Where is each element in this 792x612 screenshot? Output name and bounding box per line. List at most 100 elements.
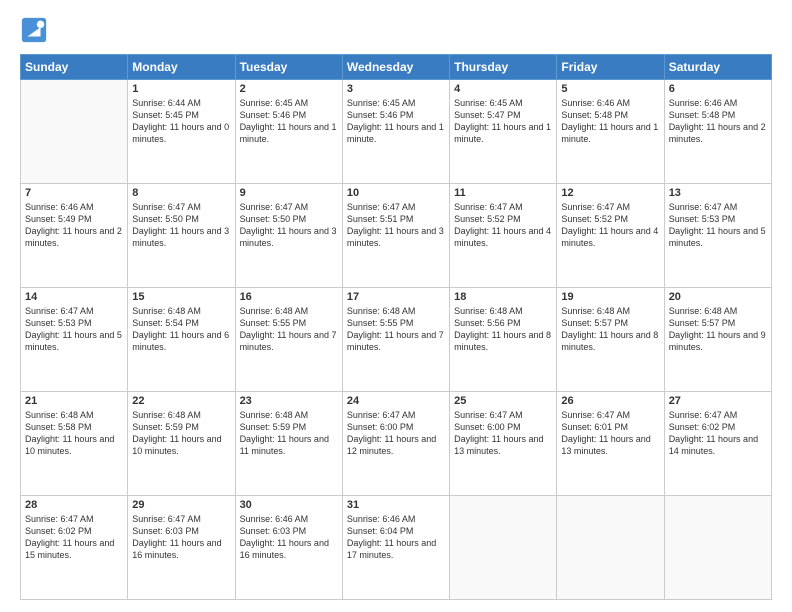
day-number: 20 — [669, 291, 767, 303]
day-number: 17 — [347, 291, 445, 303]
calendar-cell: 15 Sunrise: 6:48 AM Sunset: 5:54 PM Dayli… — [128, 288, 235, 392]
day-info: Sunrise: 6:47 AM Sunset: 5:50 PM Dayligh… — [240, 201, 338, 250]
logo — [20, 16, 50, 44]
day-info: Sunrise: 6:48 AM Sunset: 5:54 PM Dayligh… — [132, 305, 230, 354]
calendar-cell — [664, 496, 771, 600]
calendar-cell: 23 Sunrise: 6:48 AM Sunset: 5:59 PM Dayli… — [235, 392, 342, 496]
calendar-cell: 27Sunrise: 6:47 AM Sunset: 6:02 PM Dayli… — [664, 392, 771, 496]
calendar-header-row: SundayMondayTuesdayWednesdayThursdayFrid… — [21, 55, 772, 80]
day-number: 15 — [132, 291, 230, 303]
calendar-cell: 17Sunrise: 6:48 AM Sunset: 5:55 PM Dayli… — [342, 288, 449, 392]
calendar-cell: 16 Sunrise: 6:48 AM Sunset: 5:55 PM Dayli… — [235, 288, 342, 392]
calendar-cell: 31Sunrise: 6:46 AM Sunset: 6:04 PM Dayli… — [342, 496, 449, 600]
day-number: 5 — [561, 83, 659, 95]
day-number: 6 — [669, 83, 767, 95]
day-info: Sunrise: 6:46 AM Sunset: 6:03 PM Dayligh… — [240, 513, 338, 562]
calendar-cell — [450, 496, 557, 600]
calendar-cell: 29 Sunrise: 6:47 AM Sunset: 6:03 PM Dayli… — [128, 496, 235, 600]
page: SundayMondayTuesdayWednesdayThursdayFrid… — [0, 0, 792, 612]
calendar-table: SundayMondayTuesdayWednesdayThursdayFrid… — [20, 54, 772, 600]
day-number: 28 — [25, 499, 123, 511]
day-number: 3 — [347, 83, 445, 95]
day-number: 23 — [240, 395, 338, 407]
day-info: Sunrise: 6:48 AM Sunset: 5:59 PM Dayligh… — [240, 409, 338, 458]
weekday-header: Thursday — [450, 55, 557, 80]
calendar-cell: 2 Sunrise: 6:45 AM Sunset: 5:46 PM Daylig… — [235, 80, 342, 184]
day-number: 9 — [240, 187, 338, 199]
day-info: Sunrise: 6:47 AM Sunset: 5:51 PM Dayligh… — [347, 201, 445, 250]
day-number: 21 — [25, 395, 123, 407]
calendar-cell: 3 Sunrise: 6:45 AM Sunset: 5:46 PM Daylig… — [342, 80, 449, 184]
day-info: Sunrise: 6:45 AM Sunset: 5:46 PM Dayligh… — [347, 97, 445, 146]
calendar-cell: 4 Sunrise: 6:45 AM Sunset: 5:47 PM Daylig… — [450, 80, 557, 184]
day-number: 25 — [454, 395, 552, 407]
calendar-cell: 25 Sunrise: 6:47 AM Sunset: 6:00 PM Dayli… — [450, 392, 557, 496]
calendar-cell: 12Sunrise: 6:47 AM Sunset: 5:52 PM Dayli… — [557, 184, 664, 288]
header — [20, 16, 772, 44]
day-number: 11 — [454, 187, 552, 199]
day-info: Sunrise: 6:48 AM Sunset: 5:57 PM Dayligh… — [669, 305, 767, 354]
calendar-week-row: 21 Sunrise: 6:48 AM Sunset: 5:58 PM Dayli… — [21, 392, 772, 496]
calendar-cell: 11 Sunrise: 6:47 AM Sunset: 5:52 PM Dayli… — [450, 184, 557, 288]
day-number: 2 — [240, 83, 338, 95]
day-number: 18 — [454, 291, 552, 303]
calendar-cell: 7 Sunrise: 6:46 AM Sunset: 5:49 PM Daylig… — [21, 184, 128, 288]
day-number: 29 — [132, 499, 230, 511]
day-info: Sunrise: 6:46 AM Sunset: 5:49 PM Dayligh… — [25, 201, 123, 250]
day-number: 19 — [561, 291, 659, 303]
day-info: Sunrise: 6:48 AM Sunset: 5:55 PM Dayligh… — [240, 305, 338, 354]
calendar-week-row: 7 Sunrise: 6:46 AM Sunset: 5:49 PM Daylig… — [21, 184, 772, 288]
day-info: Sunrise: 6:48 AM Sunset: 5:59 PM Dayligh… — [132, 409, 230, 458]
weekday-header: Sunday — [21, 55, 128, 80]
day-info: Sunrise: 6:47 AM Sunset: 6:00 PM Dayligh… — [347, 409, 445, 458]
day-number: 13 — [669, 187, 767, 199]
weekday-header: Wednesday — [342, 55, 449, 80]
calendar-cell — [557, 496, 664, 600]
calendar-week-row: 28Sunrise: 6:47 AM Sunset: 6:02 PM Dayli… — [21, 496, 772, 600]
day-number: 8 — [132, 187, 230, 199]
day-info: Sunrise: 6:44 AM Sunset: 5:45 PM Dayligh… — [132, 97, 230, 146]
calendar-cell: 26 Sunrise: 6:47 AM Sunset: 6:01 PM Dayli… — [557, 392, 664, 496]
day-info: Sunrise: 6:47 AM Sunset: 6:03 PM Dayligh… — [132, 513, 230, 562]
day-info: Sunrise: 6:47 AM Sunset: 6:01 PM Dayligh… — [561, 409, 659, 458]
day-info: Sunrise: 6:47 AM Sunset: 6:00 PM Dayligh… — [454, 409, 552, 458]
calendar-week-row: 14 Sunrise: 6:47 AM Sunset: 5:53 PM Dayli… — [21, 288, 772, 392]
day-info: Sunrise: 6:48 AM Sunset: 5:58 PM Dayligh… — [25, 409, 123, 458]
calendar-cell: 9 Sunrise: 6:47 AM Sunset: 5:50 PM Daylig… — [235, 184, 342, 288]
weekday-header: Tuesday — [235, 55, 342, 80]
calendar-cell: 24Sunrise: 6:47 AM Sunset: 6:00 PM Dayli… — [342, 392, 449, 496]
day-number: 30 — [240, 499, 338, 511]
day-number: 14 — [25, 291, 123, 303]
day-number: 10 — [347, 187, 445, 199]
calendar-cell: 22 Sunrise: 6:48 AM Sunset: 5:59 PM Dayli… — [128, 392, 235, 496]
logo-icon — [20, 16, 48, 44]
calendar-cell: 13Sunrise: 6:47 AM Sunset: 5:53 PM Dayli… — [664, 184, 771, 288]
day-info: Sunrise: 6:47 AM Sunset: 5:53 PM Dayligh… — [25, 305, 123, 354]
calendar-cell: 18 Sunrise: 6:48 AM Sunset: 5:56 PM Dayli… — [450, 288, 557, 392]
calendar-cell: 10 Sunrise: 6:47 AM Sunset: 5:51 PM Dayli… — [342, 184, 449, 288]
calendar-cell: 6 Sunrise: 6:46 AM Sunset: 5:48 PM Daylig… — [664, 80, 771, 184]
day-number: 4 — [454, 83, 552, 95]
calendar-cell: 5 Sunrise: 6:46 AM Sunset: 5:48 PM Daylig… — [557, 80, 664, 184]
calendar-cell: 30 Sunrise: 6:46 AM Sunset: 6:03 PM Dayli… — [235, 496, 342, 600]
calendar-cell: 19 Sunrise: 6:48 AM Sunset: 5:57 PM Dayli… — [557, 288, 664, 392]
day-info: Sunrise: 6:46 AM Sunset: 5:48 PM Dayligh… — [561, 97, 659, 146]
day-info: Sunrise: 6:45 AM Sunset: 5:47 PM Dayligh… — [454, 97, 552, 146]
day-number: 7 — [25, 187, 123, 199]
day-number: 26 — [561, 395, 659, 407]
day-info: Sunrise: 6:46 AM Sunset: 5:48 PM Dayligh… — [669, 97, 767, 146]
day-info: Sunrise: 6:47 AM Sunset: 5:52 PM Dayligh… — [454, 201, 552, 250]
day-info: Sunrise: 6:45 AM Sunset: 5:46 PM Dayligh… — [240, 97, 338, 146]
calendar-cell: 14 Sunrise: 6:47 AM Sunset: 5:53 PM Dayli… — [21, 288, 128, 392]
day-info: Sunrise: 6:48 AM Sunset: 5:56 PM Dayligh… — [454, 305, 552, 354]
day-info: Sunrise: 6:48 AM Sunset: 5:57 PM Dayligh… — [561, 305, 659, 354]
calendar-cell: 28Sunrise: 6:47 AM Sunset: 6:02 PM Dayli… — [21, 496, 128, 600]
calendar-cell: 21 Sunrise: 6:48 AM Sunset: 5:58 PM Dayli… — [21, 392, 128, 496]
day-info: Sunrise: 6:47 AM Sunset: 5:50 PM Dayligh… — [132, 201, 230, 250]
day-number: 16 — [240, 291, 338, 303]
day-number: 31 — [347, 499, 445, 511]
day-number: 22 — [132, 395, 230, 407]
weekday-header: Friday — [557, 55, 664, 80]
calendar-cell — [21, 80, 128, 184]
calendar-week-row: 1Sunrise: 6:44 AM Sunset: 5:45 PM Daylig… — [21, 80, 772, 184]
